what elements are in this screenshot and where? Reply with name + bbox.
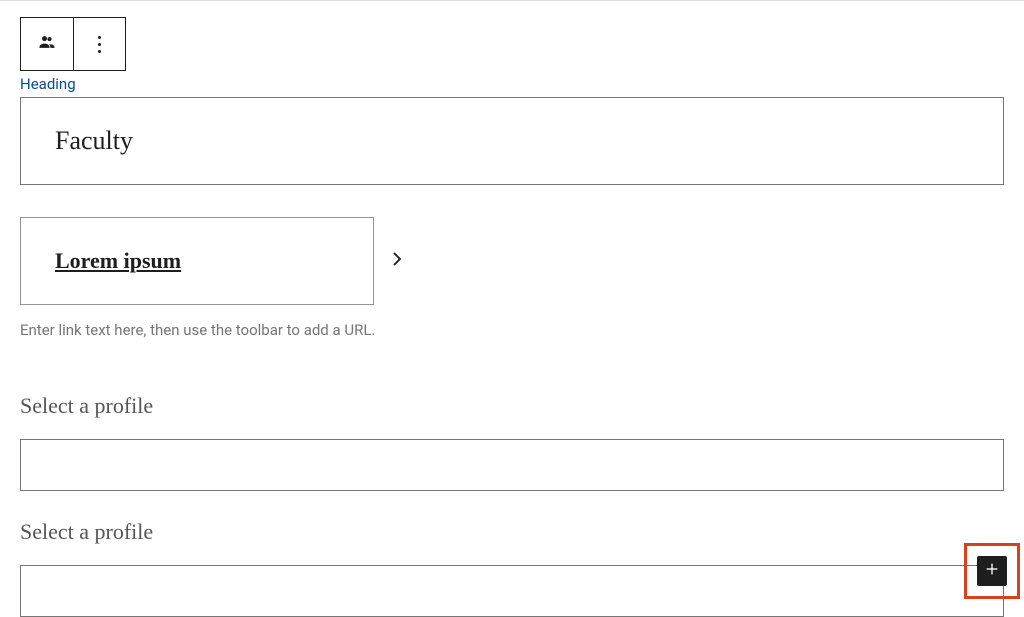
plus-icon [984,561,1000,581]
block-type-button[interactable] [21,18,73,70]
heading-text: Faculty [55,126,133,155]
block-toolbar [20,17,126,71]
link-hint: Enter link text here, then use the toolb… [20,321,1004,339]
profile-label-1: Select a profile [20,393,1004,419]
link-row: Lorem ipsum [20,217,1004,305]
profile-select-2[interactable] [20,565,1004,617]
link-text: Lorem ipsum [55,248,181,273]
add-block-button[interactable] [977,556,1007,586]
add-block-highlight [964,543,1020,599]
chevron-right-icon [388,250,406,272]
people-icon [37,32,57,56]
heading-input[interactable]: Faculty [20,97,1004,185]
more-options-icon [98,36,101,53]
heading-label: Heading [20,75,1004,93]
profile-label-2: Select a profile [20,519,1004,545]
link-input[interactable]: Lorem ipsum [20,217,374,305]
more-options-button[interactable] [73,18,125,70]
profile-select-1[interactable] [20,439,1004,491]
